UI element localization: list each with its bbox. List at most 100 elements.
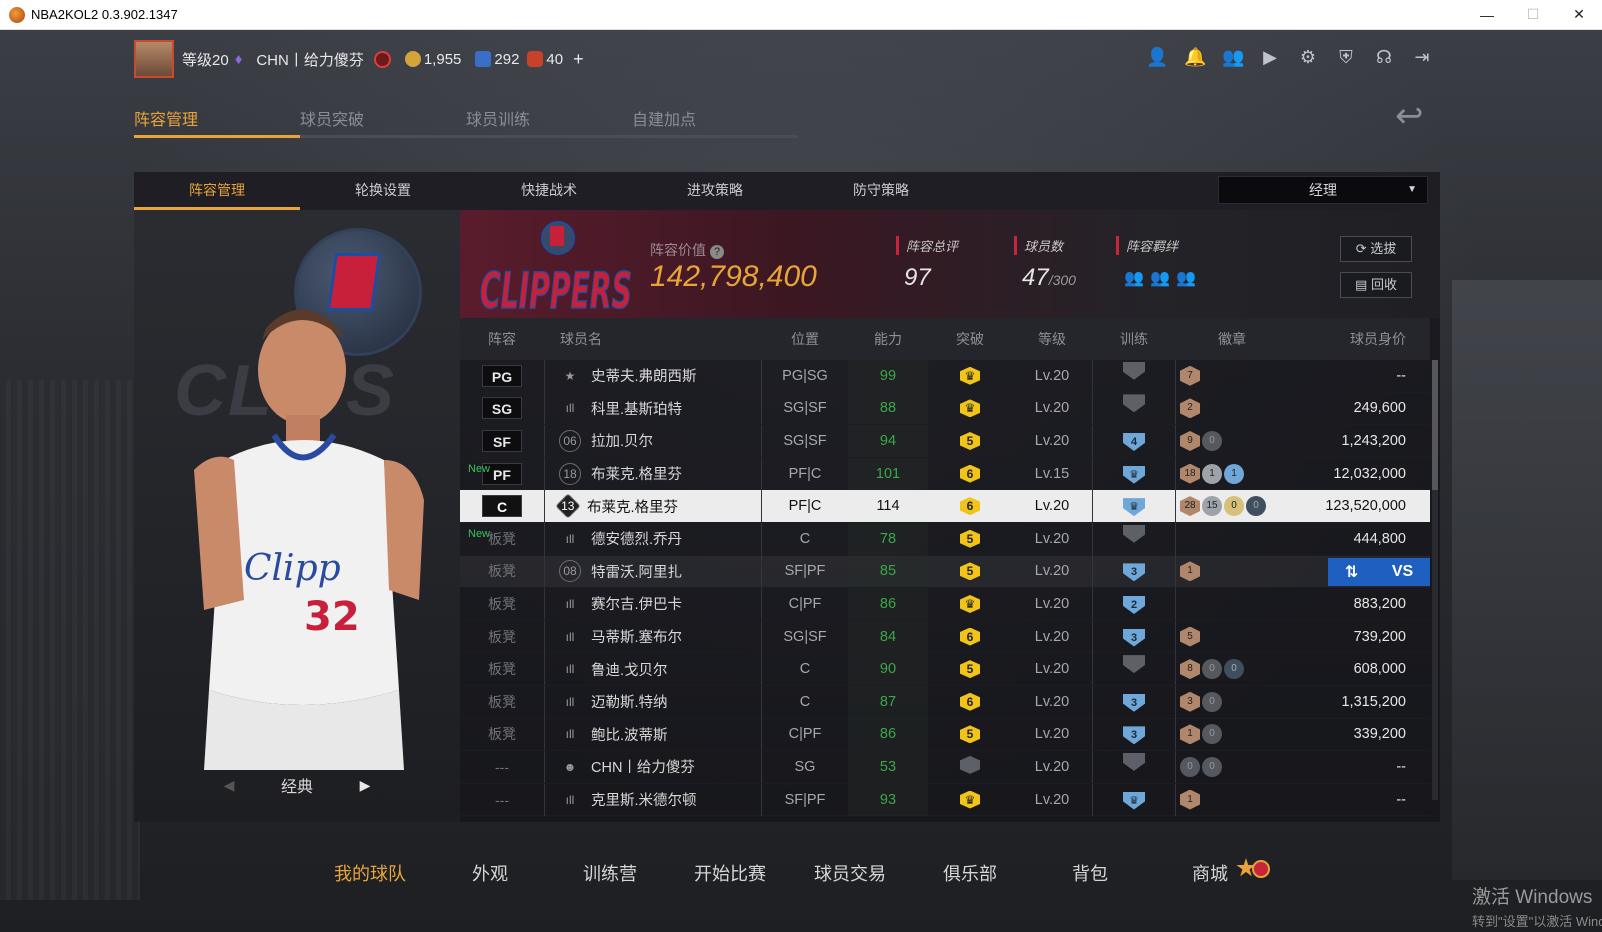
subtab-rotation[interactable]: 轮换设置 (300, 172, 466, 210)
table-row[interactable]: 板凳 ıll 迈勒斯.特纳 C 87 6 Lv.20 3 30 1,315,20… (460, 685, 1430, 719)
lineup-slot[interactable]: --- (460, 789, 544, 811)
lineup-slot[interactable]: SG (460, 397, 544, 420)
player-name-cell[interactable]: ıll 赛尔吉.伊巴卡 (544, 587, 762, 620)
bond-silver-icon[interactable]: 👥 (1150, 268, 1172, 290)
table-row[interactable]: 板凳 08 特雷沃.阿里扎 SF|PF 85 5 Lv.20 3 1 ⇅ VS (460, 555, 1430, 589)
nav-player-trade[interactable]: 球员交易 (790, 860, 910, 886)
lineup-slot[interactable]: 板凳 (460, 626, 544, 648)
lineup-slot[interactable]: --- (460, 756, 544, 778)
badge-icon[interactable]: 0 (1202, 724, 1222, 745)
col-name[interactable]: 球员名 (544, 329, 762, 349)
player-name-cell[interactable]: ıll 科里.基斯珀特 (544, 392, 762, 425)
badge-icon[interactable]: 0 (1202, 691, 1222, 712)
lineup-slot[interactable]: PG (460, 364, 544, 387)
roster-scrollbar[interactable] (1432, 360, 1438, 800)
help-icon[interactable]: ? (710, 245, 724, 259)
tab-breakthrough[interactable]: 球员突破 (300, 100, 466, 138)
table-row[interactable]: SG ıll 科里.基斯珀特 SG|SF 88 ♛ Lv.20 2 249,60… (460, 392, 1430, 426)
tab-training[interactable]: 球员训练 (466, 100, 632, 138)
badge-icon[interactable]: 7 (1180, 365, 1200, 386)
user-icon[interactable]: 👤 (1146, 47, 1168, 67)
nav-my-team[interactable]: 我的球队 (310, 860, 430, 886)
bell-icon[interactable]: 🔔 (1184, 47, 1206, 67)
player-name-cell[interactable]: ★ 史蒂夫.弗朗西斯 (544, 359, 762, 392)
badge-icon[interactable]: 18 (1180, 463, 1200, 484)
lineup-slot[interactable]: New 板凳 (460, 528, 544, 550)
lineup-slot[interactable]: C (460, 495, 544, 518)
swap-icon[interactable]: ⇅ (1345, 562, 1358, 582)
tab-custom-points[interactable]: 自建加点 (632, 100, 798, 138)
player-name-cell[interactable]: 18 布莱克.格里芬 (544, 457, 762, 490)
col-level[interactable]: 等级 (1012, 329, 1092, 349)
lineup-slot[interactable]: 板凳 (460, 593, 544, 615)
lineup-slot[interactable]: 板凳 (460, 691, 544, 713)
headset-icon[interactable]: ☊ (1374, 47, 1394, 67)
badge-icon[interactable]: 0 (1202, 430, 1222, 451)
badge-icon[interactable]: 28 (1180, 496, 1200, 517)
lineup-slot[interactable]: 板凳 (460, 658, 544, 680)
table-row[interactable]: New PF 18 布莱克.格里芬 PF|C 101 6 Lv.15 ♛ 18 1… (460, 457, 1430, 491)
friends-icon[interactable]: 👥 (1222, 47, 1244, 67)
badge-icon[interactable]: 1 (1180, 724, 1200, 745)
badge-icon[interactable]: 1 (1202, 463, 1222, 484)
lineup-slot[interactable]: 板凳 (460, 723, 544, 745)
nav-backpack[interactable]: 背包 (1030, 860, 1150, 886)
avatar[interactable] (134, 40, 174, 78)
subtab-quick-tactics[interactable]: 快捷战术 (466, 172, 632, 210)
tab-lineup[interactable]: 阵容管理 (134, 100, 300, 138)
badge-icon[interactable]: 0 (1224, 659, 1244, 680)
select-button[interactable]: ⟳ 选拔 (1340, 236, 1412, 262)
logout-icon[interactable]: ⇥ (1412, 47, 1432, 67)
vs-label[interactable]: VS (1392, 563, 1413, 581)
table-row[interactable]: --- ıll 克里斯.米德尔顿 SF|PF 93 ♛ Lv.20 ♛ 1 -- (460, 783, 1430, 817)
shield-gear-icon[interactable]: ⛨ (1336, 47, 1356, 67)
badge-icon[interactable]: 9 (1180, 430, 1200, 451)
badge-icon[interactable]: 0 (1246, 496, 1266, 517)
player-name-cell[interactable]: 06 拉加.贝尔 (544, 424, 762, 457)
badge-icon[interactable]: 15 (1202, 496, 1222, 517)
table-row[interactable]: New 板凳 ıll 德安德烈.乔丹 C 78 5 Lv.20 444,800 (460, 522, 1430, 556)
compare-vs-button[interactable]: ⇅ VS (1328, 557, 1430, 586)
badge-icon[interactable]: 1 (1180, 789, 1200, 810)
col-badges[interactable]: 徽章 (1176, 329, 1288, 349)
col-lineup[interactable]: 阵容 (460, 329, 544, 349)
subtab-offense[interactable]: 进攻策略 (632, 172, 798, 210)
badge-icon[interactable]: 0 (1180, 756, 1200, 777)
col-ability[interactable]: 能力 (848, 329, 928, 349)
nav-start-game[interactable]: 开始比赛 (670, 860, 790, 886)
carousel-prev-arrow-icon[interactable]: ◀ (217, 777, 241, 794)
scrollbar-thumb[interactable] (1432, 360, 1438, 490)
table-row[interactable]: 板凳 ıll 鲁迪.戈贝尔 C 90 5 Lv.20 800 608,000 (460, 653, 1430, 686)
player-name-cell[interactable]: 08 特雷沃.阿里扎 (544, 555, 762, 588)
maximize-button[interactable]: ☐ (1510, 0, 1556, 30)
player-name-cell[interactable]: ıll 德安德烈.乔丹 (544, 522, 762, 555)
badge-icon[interactable]: 1 (1224, 463, 1244, 484)
player-name-cell[interactable]: ıll 马蒂斯.塞布尔 (544, 620, 762, 653)
role-dropdown[interactable]: 经理 ▼ (1218, 176, 1428, 204)
player-name-cell[interactable]: ıll 鲁迪.戈贝尔 (544, 653, 762, 686)
player-name-cell[interactable]: ıll 克里斯.米德尔顿 (544, 783, 762, 816)
nav-training-camp[interactable]: 训练营 (550, 860, 670, 886)
table-row[interactable]: 板凳 ıll 马蒂斯.塞布尔 SG|SF 84 6 Lv.20 3 5 739,… (460, 620, 1430, 654)
recycle-button[interactable]: ▤ 回收 (1340, 272, 1412, 298)
player-name-cell[interactable]: 13 布莱克.格里芬 (544, 490, 762, 523)
badge-icon[interactable]: 0 (1202, 659, 1222, 680)
badge-icon[interactable]: 8 (1180, 659, 1200, 680)
subtab-lineup[interactable]: 阵容管理 (134, 172, 300, 210)
badge-icon[interactable]: 3 (1180, 691, 1200, 712)
video-icon[interactable]: ▶ (1260, 47, 1280, 67)
col-breakthrough[interactable]: 突破 (928, 329, 1012, 349)
col-price[interactable]: 球员身价 (1288, 329, 1430, 349)
bond-gold-icon[interactable]: 👥 (1176, 268, 1198, 290)
lineup-slot[interactable]: New PF (460, 462, 544, 485)
badge-icon[interactable]: 0 (1202, 756, 1222, 777)
player-name-cell[interactable]: ıll 鲍比.波蒂斯 (544, 718, 762, 751)
nav-shop[interactable]: 商城 (1150, 858, 1270, 886)
bond-bronze-icon[interactable]: 👥 (1124, 268, 1146, 290)
minimize-button[interactable]: — (1464, 0, 1510, 30)
back-arrow-icon[interactable]: ↩ (1395, 96, 1424, 136)
lineup-slot[interactable]: SF (460, 429, 544, 452)
carousel-next-arrow-icon[interactable]: ▶ (353, 777, 377, 794)
add-currency-button[interactable]: + (573, 49, 584, 70)
gear-icon[interactable]: ⚙ (1298, 47, 1318, 67)
